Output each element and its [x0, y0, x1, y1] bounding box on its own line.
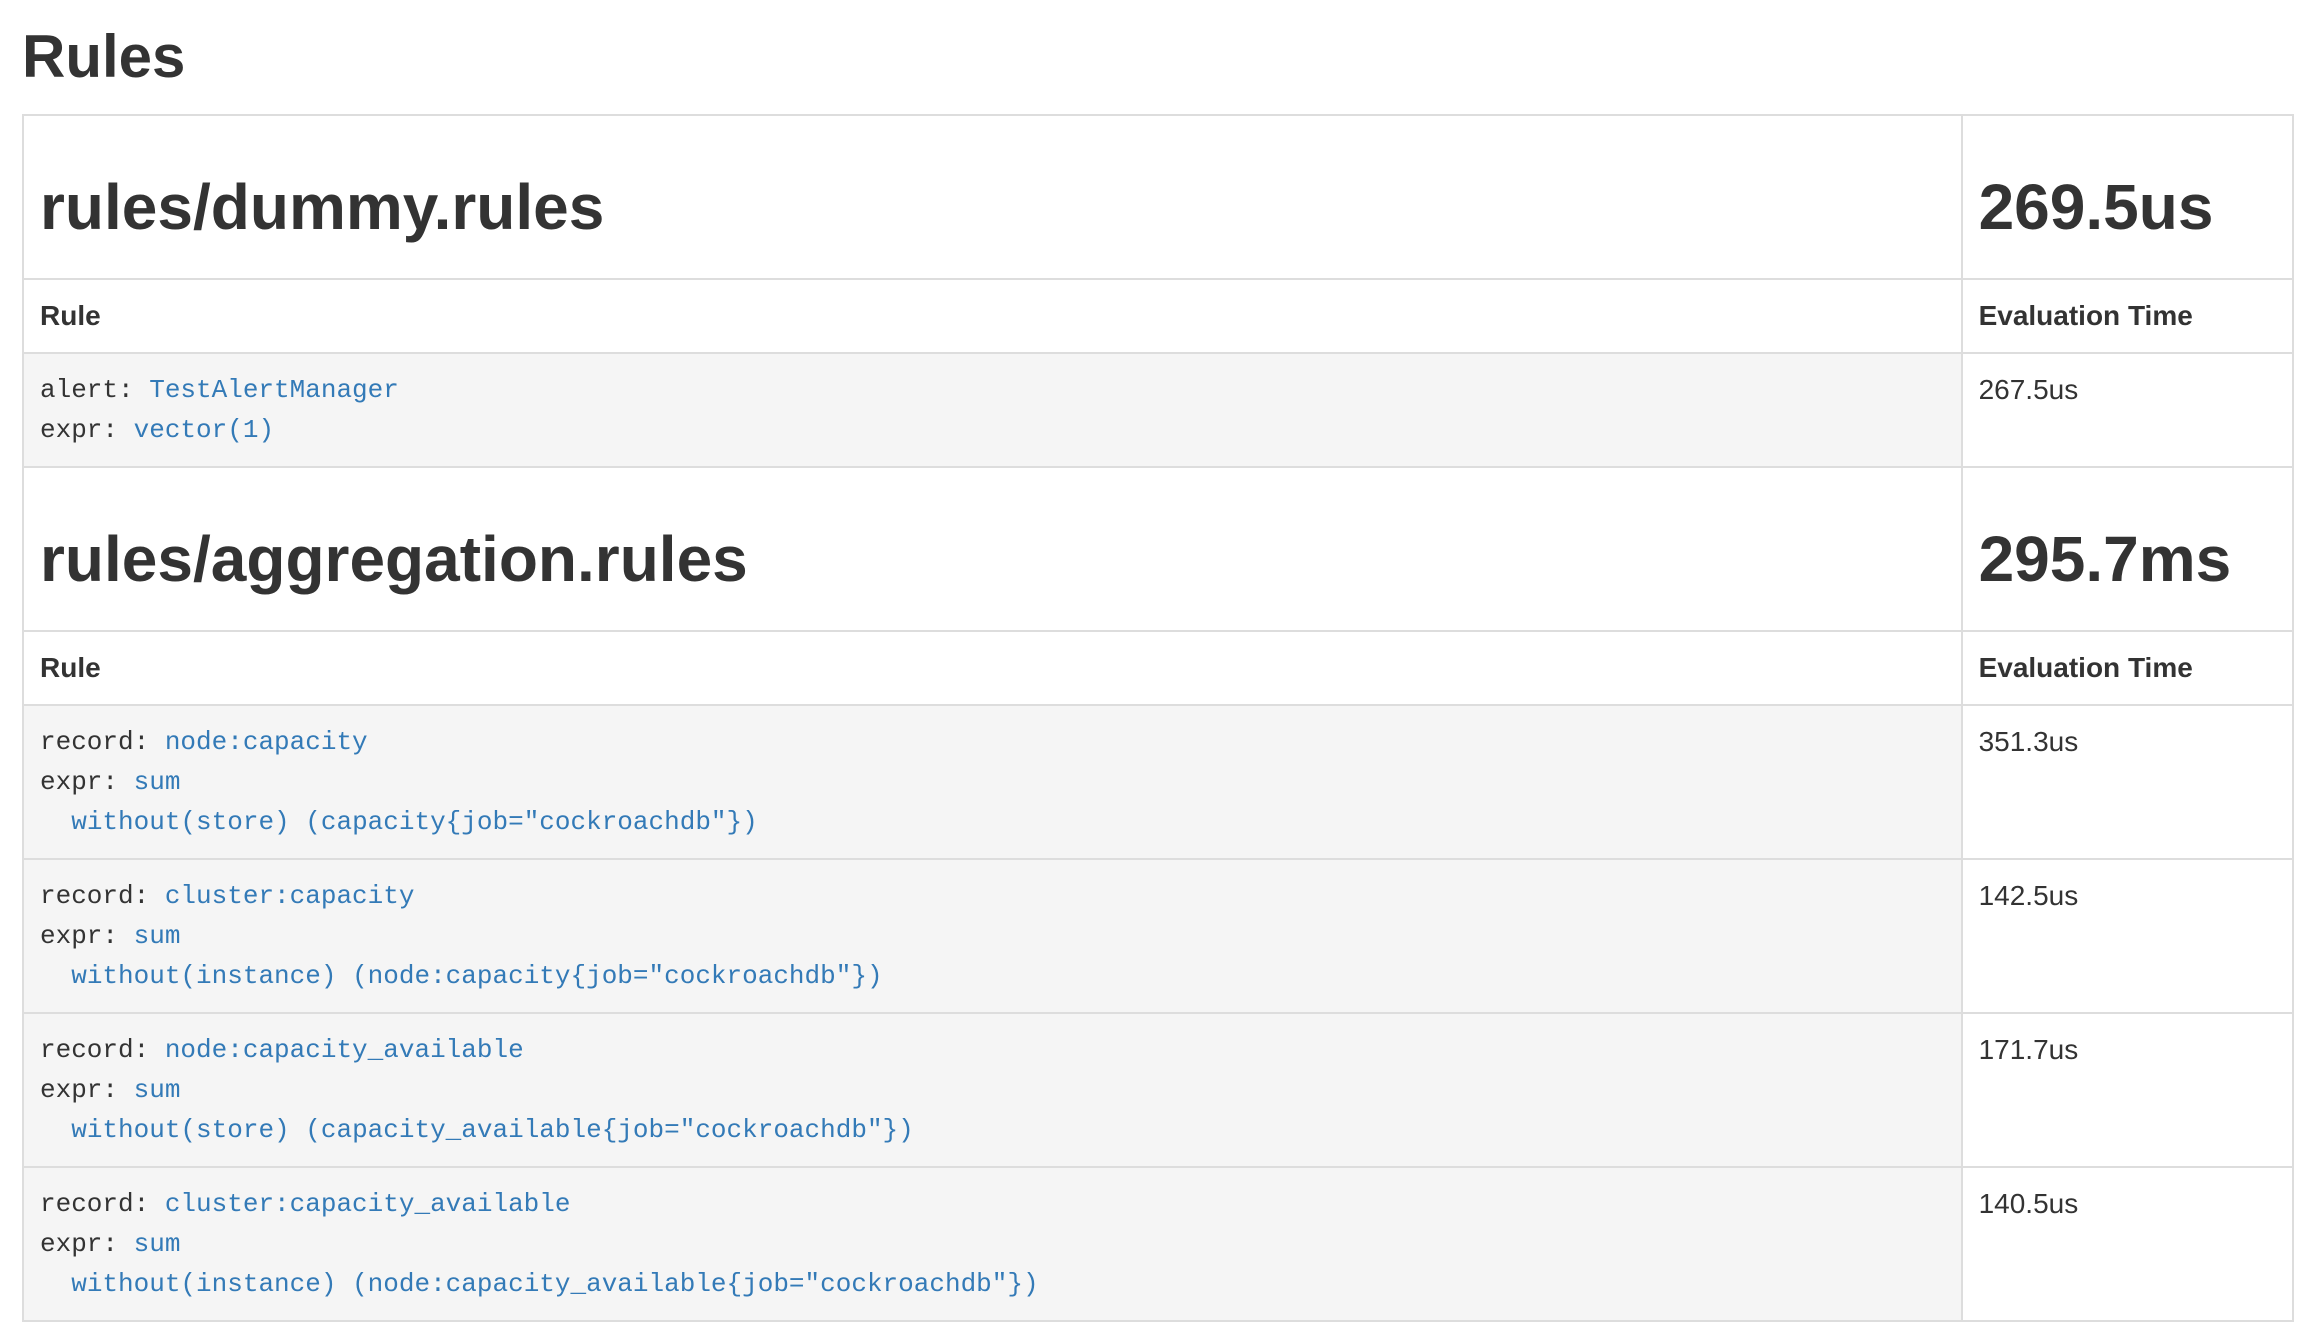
rule-definition: record: cluster:capacityexpr: sum withou…	[40, 876, 1945, 996]
rule-group-row: rules/aggregation.rules 295.7ms	[23, 467, 2293, 631]
rule-evaluation-time-cell: 267.5us	[1962, 353, 2293, 467]
rule-evaluation-time-cell: 351.3us	[1962, 705, 2293, 859]
rule-keyword: expr:	[40, 921, 134, 951]
rules-table: rules/dummy.rules269.5usRuleEvaluation T…	[22, 114, 2294, 1322]
evaluation-time-column-header: Evaluation Time	[1962, 631, 2293, 705]
rule-code-line: record: node:capacity	[40, 722, 1945, 762]
rule-keyword	[40, 1115, 71, 1145]
rule-link[interactable]: sum	[134, 1075, 181, 1105]
rule-definition: alert: TestAlertManagerexpr: vector(1)	[40, 370, 1945, 450]
rule-code-line: alert: TestAlertManager	[40, 370, 1945, 410]
evaluation-time-column-header: Evaluation Time	[1962, 279, 2293, 353]
rule-group-evaluation-time: 269.5us	[1979, 174, 2276, 240]
page-title: Rules	[22, 24, 2294, 90]
rule-column-header: Rule	[23, 631, 1962, 705]
rule-evaluation-time-cell: 142.5us	[1962, 859, 2293, 1013]
rule-keyword: expr:	[40, 767, 134, 797]
column-header-row: RuleEvaluation Time	[23, 279, 2293, 353]
rule-link[interactable]: sum	[134, 921, 181, 951]
rule-link[interactable]: sum	[134, 767, 181, 797]
rule-evaluation-time-cell: 140.5us	[1962, 1167, 2293, 1321]
rule-cell: record: node:capacity_availableexpr: sum…	[23, 1013, 1962, 1167]
rule-link[interactable]: cluster:capacity	[165, 881, 415, 911]
rule-row: alert: TestAlertManagerexpr: vector(1)26…	[23, 353, 2293, 467]
rule-group-file-cell: rules/dummy.rules	[23, 115, 1962, 279]
rule-cell: record: node:capacityexpr: sum without(s…	[23, 705, 1962, 859]
rule-code-line: without(store) (capacity_available{job="…	[40, 1110, 1945, 1150]
rule-group-evaluation-time-cell: 269.5us	[1962, 115, 2293, 279]
rule-link[interactable]: sum	[134, 1229, 181, 1259]
rule-keyword: alert:	[40, 375, 149, 405]
rule-keyword: record:	[40, 1189, 165, 1219]
rule-keyword	[40, 1269, 71, 1299]
rule-code-line: expr: sum	[40, 762, 1945, 802]
rule-group-file: rules/dummy.rules	[40, 174, 1945, 240]
rule-code-line: expr: sum	[40, 1224, 1945, 1264]
rule-link[interactable]: vector(1)	[134, 415, 274, 445]
rule-keyword	[40, 807, 71, 837]
rule-code-line: without(instance) (node:capacity{job="co…	[40, 956, 1945, 996]
rule-definition: record: node:capacity_availableexpr: sum…	[40, 1030, 1945, 1150]
rules-page: Rules rules/dummy.rules269.5usRuleEvalua…	[0, 0, 2316, 1322]
rule-group-evaluation-time: 295.7ms	[1979, 526, 2276, 592]
rule-keyword: record:	[40, 1035, 165, 1065]
rule-link[interactable]: without(store) (capacity{job="cockroachd…	[71, 807, 758, 837]
rule-link[interactable]: TestAlertManager	[149, 375, 399, 405]
rule-code-line: without(store) (capacity{job="cockroachd…	[40, 802, 1945, 842]
rule-link[interactable]: node:capacity_available	[165, 1035, 524, 1065]
rule-link[interactable]: node:capacity	[165, 727, 368, 757]
rule-definition: record: node:capacityexpr: sum without(s…	[40, 722, 1945, 842]
rule-row: record: cluster:capacity_availableexpr: …	[23, 1167, 2293, 1321]
rule-link[interactable]: cluster:capacity_available	[165, 1189, 571, 1219]
rule-column-header: Rule	[23, 279, 1962, 353]
rule-row: record: node:capacityexpr: sum without(s…	[23, 705, 2293, 859]
rule-code-line: expr: sum	[40, 1070, 1945, 1110]
rule-definition: record: cluster:capacity_availableexpr: …	[40, 1184, 1945, 1304]
rule-group-file: rules/aggregation.rules	[40, 526, 1945, 592]
rule-link[interactable]: without(instance) (node:capacity{job="co…	[71, 961, 882, 991]
rule-code-line: expr: vector(1)	[40, 410, 1945, 450]
rule-code-line: expr: sum	[40, 916, 1945, 956]
rule-code-line: record: cluster:capacity	[40, 876, 1945, 916]
rule-keyword: expr:	[40, 1229, 134, 1259]
rule-cell: record: cluster:capacity_availableexpr: …	[23, 1167, 1962, 1321]
rule-cell: alert: TestAlertManagerexpr: vector(1)	[23, 353, 1962, 467]
rule-keyword: record:	[40, 727, 165, 757]
rule-code-line: without(instance) (node:capacity_availab…	[40, 1264, 1945, 1304]
rule-cell: record: cluster:capacityexpr: sum withou…	[23, 859, 1962, 1013]
rule-row: record: cluster:capacityexpr: sum withou…	[23, 859, 2293, 1013]
column-header-row: RuleEvaluation Time	[23, 631, 2293, 705]
rule-group-row: rules/dummy.rules 269.5us	[23, 115, 2293, 279]
rule-keyword: record:	[40, 881, 165, 911]
rule-evaluation-time-cell: 171.7us	[1962, 1013, 2293, 1167]
rule-keyword	[40, 961, 71, 991]
rule-group-evaluation-time-cell: 295.7ms	[1962, 467, 2293, 631]
rule-keyword: expr:	[40, 1075, 134, 1105]
rule-keyword: expr:	[40, 415, 134, 445]
rule-code-line: record: cluster:capacity_available	[40, 1184, 1945, 1224]
rule-row: record: node:capacity_availableexpr: sum…	[23, 1013, 2293, 1167]
rule-link[interactable]: without(instance) (node:capacity_availab…	[71, 1269, 1038, 1299]
rule-link[interactable]: without(store) (capacity_available{job="…	[71, 1115, 914, 1145]
rule-code-line: record: node:capacity_available	[40, 1030, 1945, 1070]
rules-table-body: rules/dummy.rules269.5usRuleEvaluation T…	[23, 115, 2293, 1321]
rule-group-file-cell: rules/aggregation.rules	[23, 467, 1962, 631]
